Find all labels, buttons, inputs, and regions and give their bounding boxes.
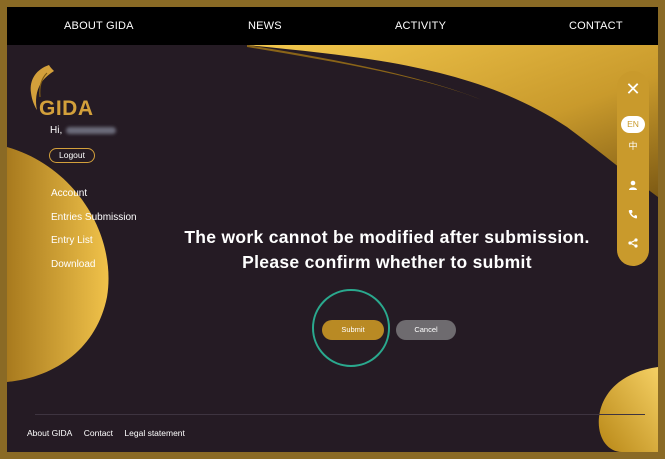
nav-contact[interactable]: CONTACT [569, 20, 623, 32]
language-en-button[interactable]: EN [621, 116, 645, 133]
footer-link-legal[interactable]: Legal statement [124, 428, 184, 438]
footer-link-about[interactable]: About GIDA [27, 428, 72, 438]
nav-about[interactable]: ABOUT GIDA [64, 20, 134, 32]
phone-icon[interactable] [617, 206, 649, 224]
dialog-message-line2: Please confirm whether to submit [242, 252, 532, 272]
footer: About GIDA Contact Legal statement [27, 428, 194, 438]
nav-activity[interactable]: ACTIVITY [395, 20, 446, 32]
share-icon[interactable] [617, 235, 649, 253]
user-icon[interactable] [617, 177, 649, 195]
cancel-button[interactable]: Cancel [396, 320, 456, 340]
close-icon[interactable]: ✕ [617, 79, 649, 100]
side-toolbar: ✕ EN 中 [617, 71, 649, 266]
dialog-message-line1: The work cannot be modified after submis… [184, 227, 590, 247]
language-zh-button[interactable]: 中 [617, 139, 649, 152]
footer-link-contact[interactable]: Contact [84, 428, 113, 438]
confirm-dialog: The work cannot be modified after submis… [7, 7, 658, 452]
footer-divider [35, 414, 645, 415]
page-frame: ABOUT GIDA NEWS ACTIVITY CONTACT GIDA Hi… [7, 7, 658, 452]
top-nav: ABOUT GIDA NEWS ACTIVITY CONTACT [7, 7, 658, 45]
submit-button[interactable]: Submit [322, 320, 384, 340]
nav-news[interactable]: NEWS [248, 20, 282, 32]
